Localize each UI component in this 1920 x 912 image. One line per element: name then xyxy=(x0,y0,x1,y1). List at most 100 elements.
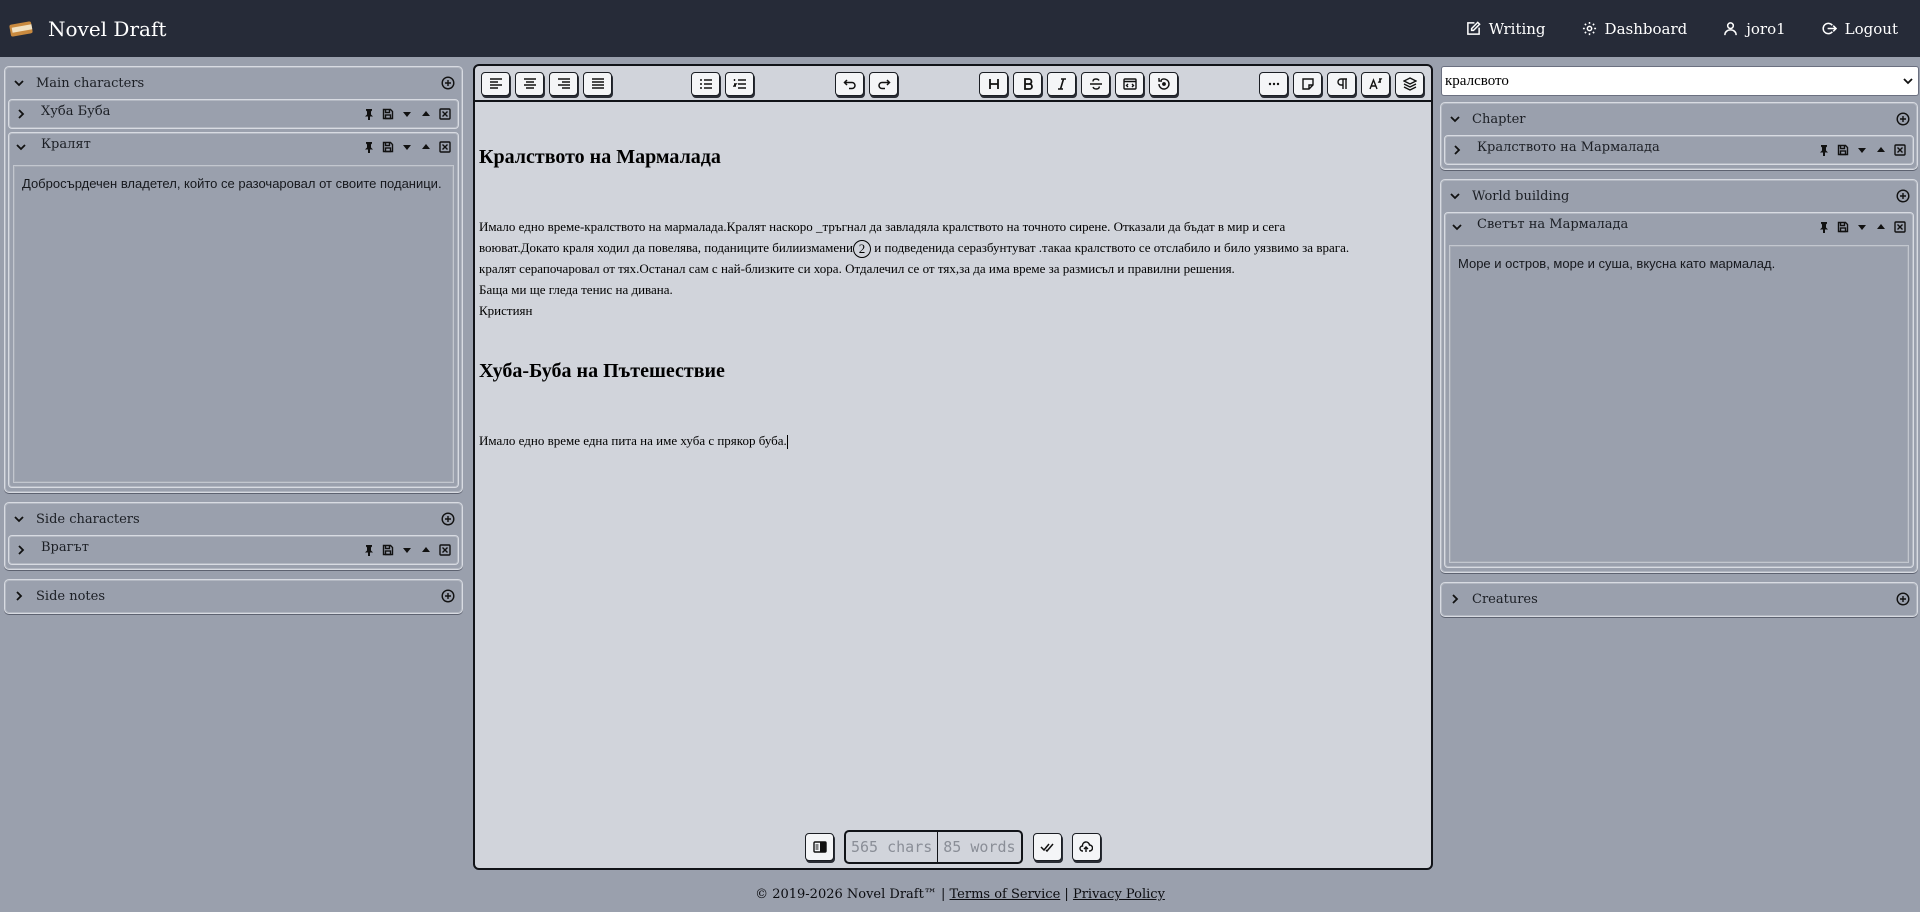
pin-icon[interactable] xyxy=(1814,141,1833,160)
save-icon[interactable] xyxy=(378,541,397,560)
cloud-upload-button[interactable] xyxy=(1071,833,1101,861)
superscript-button[interactable] xyxy=(1361,72,1390,96)
toggle-sidebar-button[interactable] xyxy=(805,833,834,861)
italic-button[interactable] xyxy=(1047,72,1076,96)
pin-icon[interactable] xyxy=(359,138,378,157)
privacy-link[interactable]: Privacy Policy xyxy=(1073,887,1165,902)
chevron-down-icon[interactable] xyxy=(8,508,30,530)
brand[interactable]: Novel Draft xyxy=(8,17,166,41)
close-square-icon[interactable] xyxy=(435,541,454,560)
card-header[interactable]: Кралят xyxy=(11,135,456,159)
card-header[interactable]: Кралството на Мармалада xyxy=(1447,138,1911,162)
strikethrough-button[interactable] xyxy=(1081,72,1110,96)
code-block-button[interactable] xyxy=(1115,72,1144,96)
note-reference-badge[interactable]: 2 xyxy=(853,240,872,259)
chevron-down-icon xyxy=(1903,78,1913,85)
close-square-icon[interactable] xyxy=(1890,141,1909,160)
caret-down-icon[interactable] xyxy=(397,138,416,157)
heading-button[interactable] xyxy=(979,72,1008,96)
chevron-down-icon[interactable] xyxy=(11,136,31,158)
add-circle-icon[interactable] xyxy=(1892,185,1914,207)
close-square-icon[interactable] xyxy=(435,138,454,157)
card-body-textarea[interactable]: Добросърдечен владетел, който се разочар… xyxy=(13,165,454,483)
caret-up-icon[interactable] xyxy=(416,138,435,157)
paragraph-button[interactable] xyxy=(1327,72,1356,96)
text-cursor xyxy=(786,435,788,450)
undo-button[interactable] xyxy=(835,72,864,96)
redo-button[interactable] xyxy=(869,72,898,96)
card-world-1: Светът на Мармалада Море и остров, море … xyxy=(1444,212,1914,568)
nav-logout-link[interactable]: Logout xyxy=(1822,20,1898,38)
pin-icon[interactable] xyxy=(359,541,378,560)
align-right-button[interactable] xyxy=(549,72,578,96)
panel-title: Main characters xyxy=(36,75,145,91)
align-justify-button[interactable] xyxy=(583,72,612,96)
chevron-right-icon[interactable] xyxy=(1447,139,1467,161)
gear-icon xyxy=(1582,21,1596,36)
bullet-list-button[interactable] xyxy=(691,72,720,96)
terms-link[interactable]: Terms of Service xyxy=(950,887,1061,902)
add-circle-icon[interactable] xyxy=(1892,108,1914,130)
align-center-button[interactable] xyxy=(515,72,544,96)
close-square-icon[interactable] xyxy=(1890,218,1909,237)
chevron-right-icon[interactable] xyxy=(11,539,31,561)
caret-up-icon[interactable] xyxy=(1871,218,1890,237)
save-icon[interactable] xyxy=(378,138,397,157)
chevron-down-icon[interactable] xyxy=(1444,185,1466,207)
bold-button[interactable] xyxy=(1013,72,1042,96)
add-circle-icon[interactable] xyxy=(437,508,459,530)
caret-down-icon[interactable] xyxy=(1852,218,1871,237)
caret-down-icon[interactable] xyxy=(397,105,416,124)
caret-up-icon[interactable] xyxy=(1871,141,1890,160)
check-button[interactable] xyxy=(1032,833,1062,861)
text-line: Баща ми ще гледа тенис на дивана. xyxy=(479,282,673,297)
panel-title: Side notes xyxy=(36,588,105,604)
top-navbar: Novel Draft Writing Dashboard joro1 Logo… xyxy=(0,0,1920,57)
side-characters-header[interactable]: Side characters xyxy=(8,506,459,532)
world-building-header[interactable]: World building xyxy=(1444,183,1914,209)
caret-down-icon[interactable] xyxy=(1852,141,1871,160)
chevron-right-icon[interactable] xyxy=(11,103,31,125)
card-header[interactable]: Врагът xyxy=(11,538,456,562)
more-button[interactable] xyxy=(1259,72,1288,96)
main-characters-header[interactable]: Main characters xyxy=(8,70,459,96)
note-button[interactable] xyxy=(1293,72,1322,96)
add-circle-icon[interactable] xyxy=(1892,588,1914,610)
align-left-button[interactable] xyxy=(481,72,510,96)
chevron-right-icon[interactable] xyxy=(8,585,30,607)
side-notes-header[interactable]: Side notes xyxy=(8,583,459,609)
chevron-down-icon[interactable] xyxy=(8,72,30,94)
add-circle-icon[interactable] xyxy=(437,585,459,607)
rotate-button[interactable] xyxy=(1149,72,1178,96)
nav-writing-link[interactable]: Writing xyxy=(1466,20,1546,38)
save-icon[interactable] xyxy=(1833,141,1852,160)
side-notes-panel: Side notes xyxy=(4,579,463,614)
caret-down-icon[interactable] xyxy=(397,541,416,560)
card-body-textarea[interactable]: Море и остров, море и суша, вкусна като … xyxy=(1449,245,1909,563)
card-header[interactable]: Хуба Буба xyxy=(11,102,456,126)
pin-icon[interactable] xyxy=(1814,218,1833,237)
close-square-icon[interactable] xyxy=(435,105,454,124)
pin-icon[interactable] xyxy=(359,105,378,124)
caret-up-icon[interactable] xyxy=(416,541,435,560)
numbered-list-button[interactable] xyxy=(725,72,754,96)
nav-dashboard-link[interactable]: Dashboard xyxy=(1582,20,1687,38)
chapter-header[interactable]: Chapter xyxy=(1444,106,1914,132)
code-block-icon xyxy=(1122,78,1137,90)
more-dots-icon xyxy=(1268,82,1279,86)
card-header[interactable]: Светът на Мармалада xyxy=(1447,215,1911,239)
search-select[interactable]: кралсвото xyxy=(1441,66,1919,96)
save-icon[interactable] xyxy=(378,105,397,124)
creatures-header[interactable]: Creatures xyxy=(1444,586,1914,612)
chevron-down-icon[interactable] xyxy=(1447,216,1467,238)
chevron-down-icon[interactable] xyxy=(1444,108,1466,130)
save-icon[interactable] xyxy=(1833,218,1852,237)
panel-title: Chapter xyxy=(1472,111,1526,127)
double-check-icon xyxy=(1040,843,1054,853)
layers-button[interactable] xyxy=(1395,72,1424,96)
caret-up-icon[interactable] xyxy=(416,105,435,124)
add-circle-icon[interactable] xyxy=(437,72,459,94)
panel-title: Creatures xyxy=(1472,591,1538,607)
chevron-right-icon[interactable] xyxy=(1444,588,1466,610)
nav-user-link[interactable]: joro1 xyxy=(1723,20,1786,38)
